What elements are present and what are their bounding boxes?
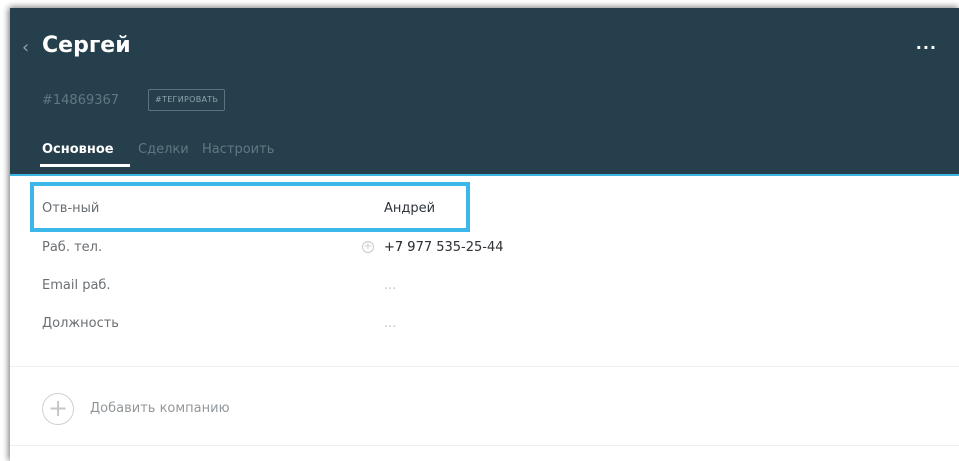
field-value[interactable]: ... <box>384 316 396 332</box>
active-tab-indicator <box>40 164 130 167</box>
tab-deals[interactable]: Сделки <box>138 142 189 158</box>
plus-circle-icon: + <box>42 393 74 425</box>
lead-card: ‹ Сергей ... #14869367 #ТЕГИРОВАТЬ Основ… <box>10 8 959 461</box>
divider <box>10 366 959 367</box>
field-label: Email раб. <box>42 278 111 293</box>
tab-customize[interactable]: Настроить <box>202 142 274 158</box>
highlight-frame <box>30 182 470 232</box>
back-chevron-icon[interactable]: ‹ <box>22 38 29 58</box>
more-options-icon[interactable]: ... <box>916 36 937 52</box>
field-row-work-email[interactable]: Email раб. ... <box>10 268 959 304</box>
field-value[interactable]: ... <box>384 278 396 294</box>
card-header: ‹ Сергей ... #14869367 #ТЕГИРОВАТЬ Основ… <box>10 8 959 176</box>
page-title[interactable]: Сергей <box>42 32 131 60</box>
field-label: Раб. тел. <box>42 240 103 255</box>
add-company-label: Добавить компанию <box>90 401 230 416</box>
field-label: Должность <box>42 316 119 331</box>
field-row-work-phone[interactable]: Раб. тел. + +7 977 535-25-44 <box>10 230 959 266</box>
tag-button[interactable]: #ТЕГИРОВАТЬ <box>148 89 226 111</box>
field-value[interactable]: +7 977 535-25-44 <box>384 240 504 256</box>
add-phone-icon[interactable]: + <box>362 241 374 253</box>
tab-main[interactable]: Основное <box>42 142 114 158</box>
field-row-position[interactable]: Должность ... <box>10 306 959 342</box>
lead-id: #14869367 <box>42 93 120 108</box>
divider <box>10 445 959 446</box>
